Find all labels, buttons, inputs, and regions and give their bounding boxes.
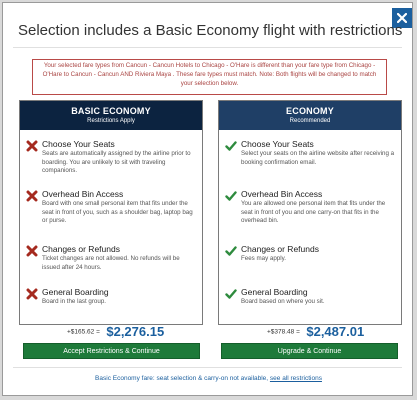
feature-desc: Board based on where you sit. xyxy=(241,298,325,305)
economy-title: ECONOMY xyxy=(286,106,334,116)
feature-desc: Fees may apply. xyxy=(241,255,286,262)
feature-title: General Boarding xyxy=(42,287,109,297)
feature-title: Choose Your Seats xyxy=(42,139,115,149)
feature-desc: Ticket changes are not allowed. No refun… xyxy=(42,255,180,271)
feature-desc: Board with one small personal item that … xyxy=(42,200,193,225)
feature-title: Changes or Refunds xyxy=(42,244,120,254)
price-difference: +$165.62 = xyxy=(67,328,100,336)
feature-title: Choose Your Seats xyxy=(241,139,314,149)
feature-desc: Board in the last group. xyxy=(42,298,106,305)
check-icon xyxy=(225,191,237,201)
economy-card: ECONOMY Recommended Choose Your Seats Se… xyxy=(218,100,402,325)
price-total: $2,276.15 xyxy=(106,324,165,340)
check-icon xyxy=(225,289,237,299)
x-icon xyxy=(26,288,38,300)
x-icon xyxy=(26,245,38,257)
footer-divider xyxy=(13,367,402,368)
basic-economy-card: BASIC ECONOMY Restrictions Apply Choose … xyxy=(19,100,203,325)
price-difference: +$378.48 = xyxy=(267,328,300,336)
x-icon xyxy=(26,190,38,202)
check-icon xyxy=(225,141,237,151)
basic-economy-header: BASIC ECONOMY Restrictions Apply xyxy=(20,101,202,130)
footer-note: Basic Economy fare: seat selection & car… xyxy=(3,375,414,382)
upgrade-button[interactable]: Upgrade & Continue xyxy=(221,343,398,359)
economy-price: +$378.48 = $2,487.01 xyxy=(267,323,364,341)
basic-economy-title: BASIC ECONOMY xyxy=(71,106,151,116)
feature-desc: Select your seats on the airline website… xyxy=(241,150,395,166)
check-icon xyxy=(225,246,237,256)
feature-title: Changes or Refunds xyxy=(241,244,319,254)
basic-economy-subtitle: Restrictions Apply xyxy=(87,118,135,124)
feature-title: General Boarding xyxy=(241,287,308,297)
header-divider xyxy=(13,47,402,48)
x-icon xyxy=(26,140,38,152)
basic-economy-price: +$165.62 = $2,276.15 xyxy=(67,323,164,341)
accept-restrictions-button[interactable]: Accept Restrictions & Continue xyxy=(23,343,200,359)
feature-desc: Seats are automatically assigned by the … xyxy=(42,150,191,175)
see-all-restrictions-link[interactable]: see all restrictions xyxy=(270,375,322,382)
restrictions-modal: Selection includes a Basic Economy fligh… xyxy=(2,2,413,396)
modal-title: Selection includes a Basic Economy fligh… xyxy=(18,22,403,39)
economy-subtitle: Recommended xyxy=(289,118,331,124)
feature-title: Overhead Bin Access xyxy=(42,189,124,199)
fare-mismatch-alert: Your selected fare types from Cancun - C… xyxy=(32,59,387,95)
economy-header: ECONOMY Recommended xyxy=(219,101,401,130)
footer-text: Basic Economy fare: seat selection & car… xyxy=(95,375,269,382)
feature-title: Overhead Bin Access xyxy=(241,189,323,199)
feature-desc: You are allowed one personal item that f… xyxy=(241,200,386,225)
price-total: $2,487.01 xyxy=(306,324,365,340)
